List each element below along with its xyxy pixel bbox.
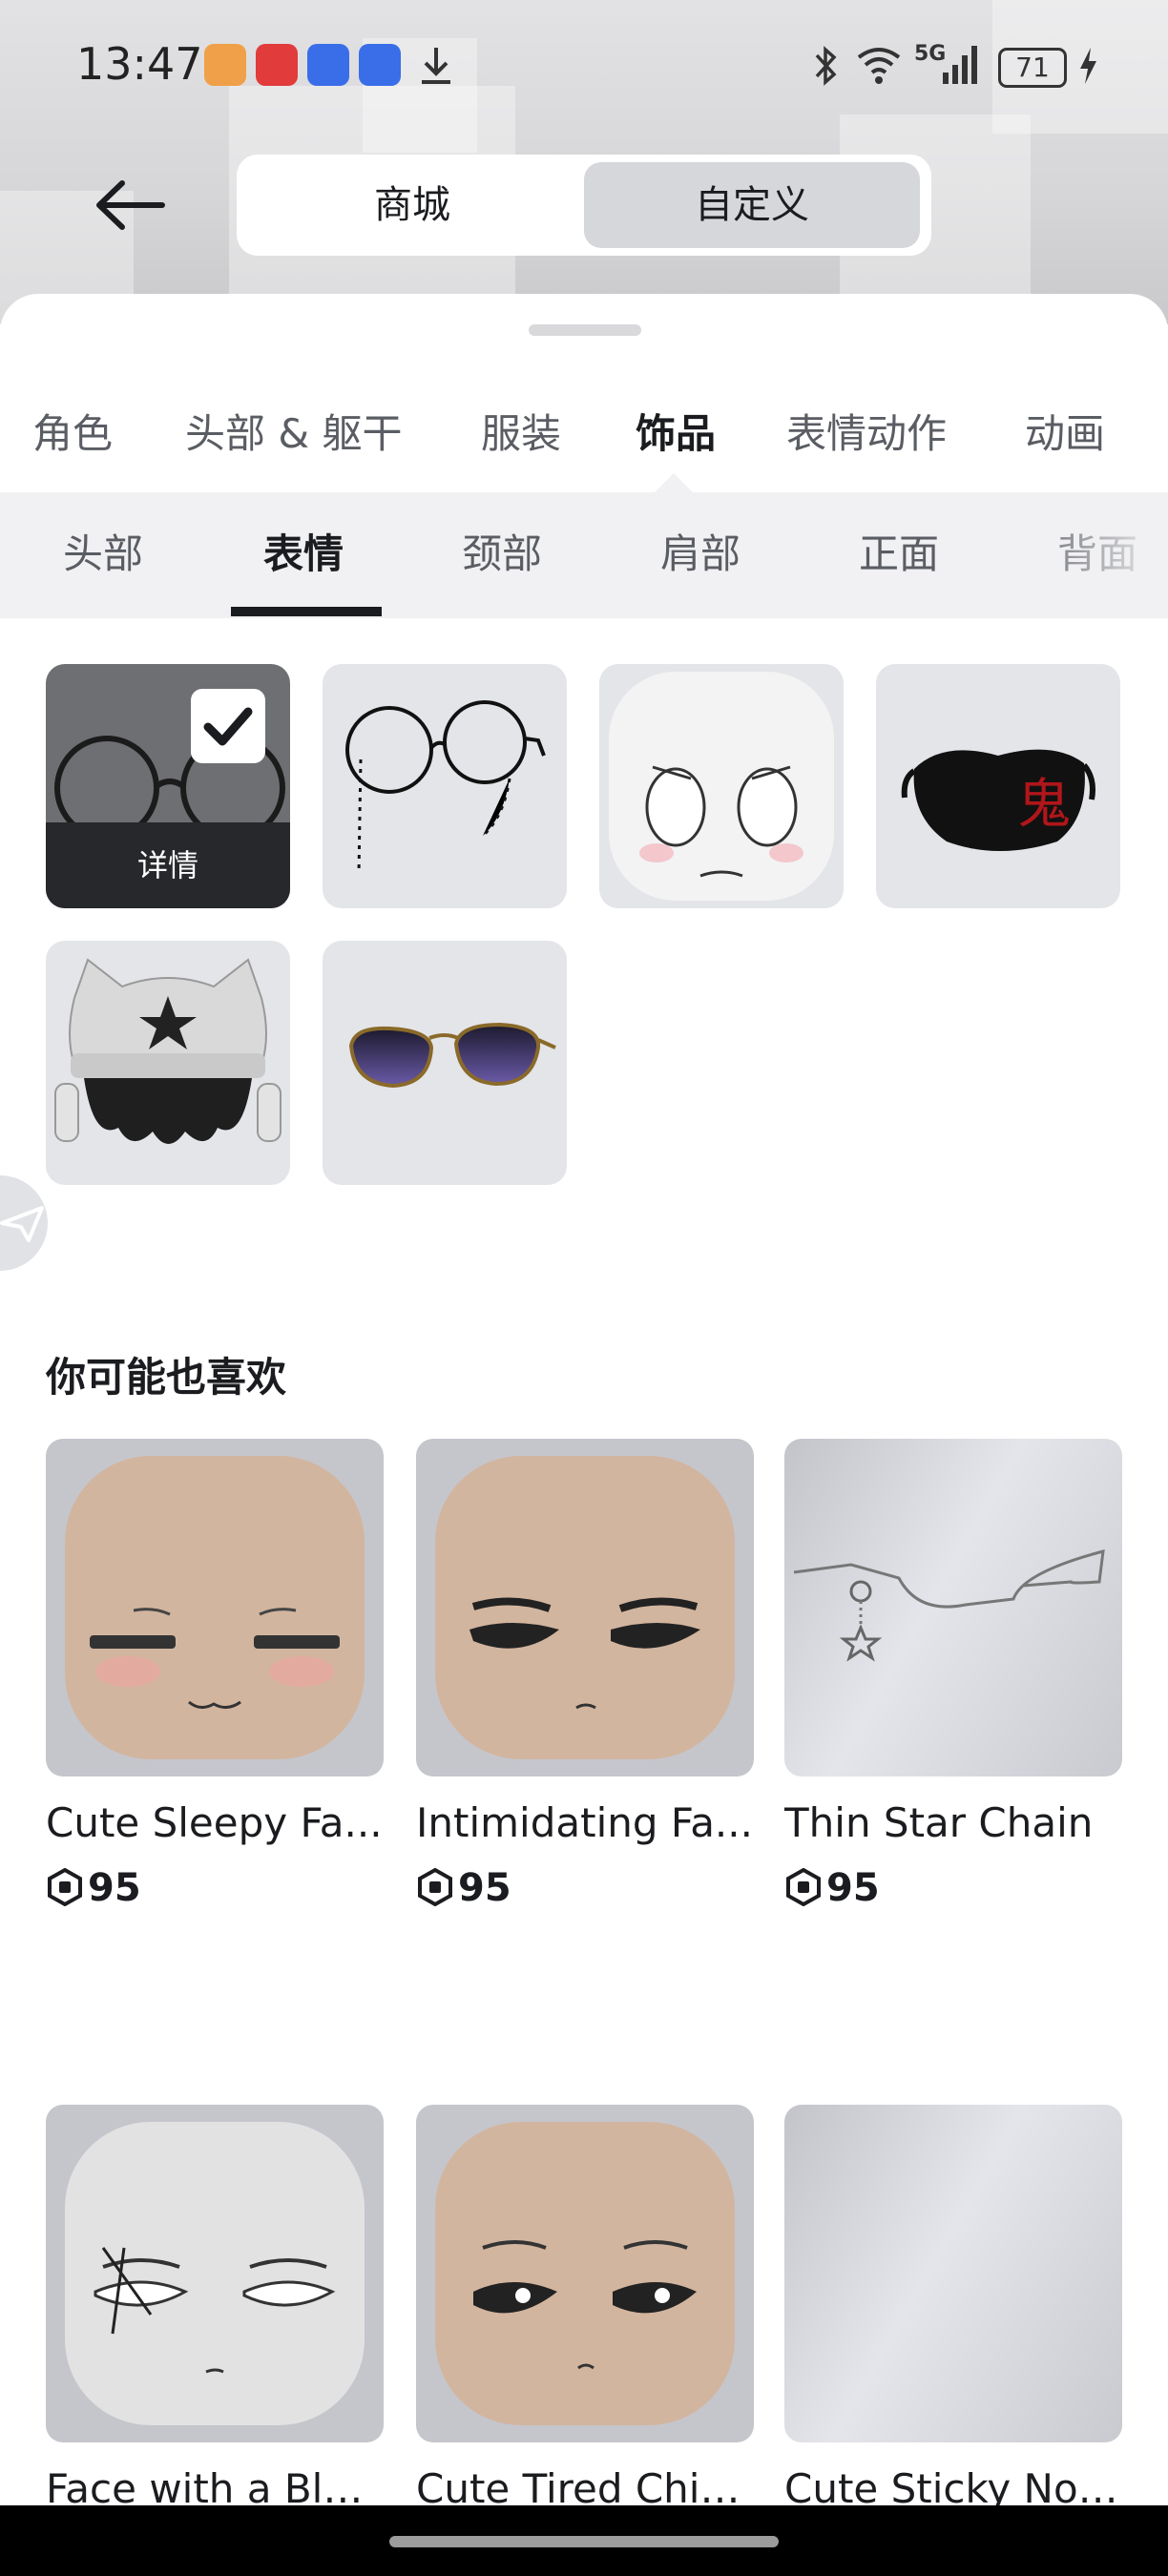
robux-icon bbox=[786, 1867, 821, 1907]
item-price: 95 bbox=[784, 1866, 880, 1914]
sheet-drag-handle[interactable] bbox=[529, 324, 641, 336]
category-head-body[interactable]: 头部 & 躯干 bbox=[185, 391, 402, 477]
subcategory-fade bbox=[1012, 492, 1168, 618]
app-notification-icon bbox=[204, 44, 246, 86]
chain-glasses-icon bbox=[345, 700, 546, 875]
item-detail-button[interactable]: 详情 bbox=[46, 822, 290, 908]
subcategory-shoulder[interactable]: 肩部 bbox=[660, 492, 740, 616]
selected-checkbox[interactable] bbox=[191, 689, 265, 763]
honor-store-icon bbox=[307, 44, 349, 86]
shopping-notification-icon bbox=[256, 44, 298, 86]
charging-icon bbox=[1080, 48, 1096, 84]
signal-icon bbox=[943, 46, 977, 84]
item-thumbnail bbox=[46, 2105, 384, 2442]
owned-item-crying-face[interactable] bbox=[599, 664, 844, 908]
recommendations-title: 你可能也喜欢 bbox=[46, 1354, 287, 1401]
status-time: 13:47 bbox=[76, 38, 203, 90]
category-accessories[interactable]: 饰品 bbox=[636, 391, 716, 477]
send-icon bbox=[0, 1206, 44, 1242]
checkmark-icon bbox=[203, 707, 253, 746]
item-price-value: 95 bbox=[458, 1866, 511, 1910]
sleepy-face-icon bbox=[65, 1456, 365, 1759]
mask-glyph: 鬼 bbox=[1017, 774, 1071, 836]
subcategory-bar: 头部 表情 颈部 肩部 正面 背面 bbox=[0, 492, 1168, 618]
intimidating-face-icon bbox=[435, 1456, 735, 1759]
item-price: 95 bbox=[46, 1866, 141, 1914]
subcategory-neck[interactable]: 颈部 bbox=[462, 492, 542, 616]
subcategory-active-underline bbox=[231, 607, 382, 616]
category-tabs: 角色 头部 & 躯干 服装 饰品 表情动作 动画 bbox=[0, 391, 1168, 487]
bandaged-face-icon bbox=[65, 2122, 365, 2425]
item-price: 95 bbox=[416, 1866, 511, 1914]
sunglasses-icon bbox=[348, 1022, 556, 1089]
owned-item-black-mask[interactable]: 鬼 bbox=[876, 664, 1120, 908]
item-thumbnail bbox=[784, 2105, 1122, 2442]
item-thumbnail bbox=[784, 1439, 1122, 1776]
category-pointer bbox=[655, 473, 693, 492]
subcategory-front[interactable]: 正面 bbox=[859, 492, 939, 616]
tired-chibi-face-icon bbox=[435, 2122, 735, 2425]
tab-shop[interactable]: 商城 bbox=[244, 162, 580, 248]
category-animations[interactable]: 动画 bbox=[1025, 391, 1105, 477]
shop-customize-switch: 商城 自定义 bbox=[237, 155, 931, 256]
cat-beanie-hair-icon bbox=[54, 958, 282, 1144]
crying-face-icon bbox=[609, 672, 834, 901]
bluetooth-icon bbox=[815, 46, 837, 86]
item-price-value: 95 bbox=[88, 1866, 141, 1910]
item-price-value: 95 bbox=[826, 1866, 880, 1910]
robux-icon bbox=[48, 1867, 82, 1907]
owned-item-round-glasses[interactable]: 详情 bbox=[46, 664, 290, 908]
item-thumbnail bbox=[416, 1439, 754, 1776]
item-thumbnail bbox=[46, 1439, 384, 1776]
category-emotes[interactable]: 表情动作 bbox=[786, 391, 947, 477]
download-icon bbox=[422, 48, 450, 84]
item-name: Thin Star Chain bbox=[784, 1799, 1094, 1846]
item-name: Cute Sleepy Fa... bbox=[46, 1799, 383, 1846]
subcategory-face[interactable]: 表情 bbox=[263, 492, 344, 616]
thin-star-chain-icon bbox=[793, 1548, 1105, 1662]
status-bar: 13:47 5G 71 bbox=[0, 0, 1168, 134]
wifi-icon bbox=[857, 48, 901, 84]
back-arrow-icon[interactable] bbox=[92, 172, 168, 239]
home-indicator[interactable] bbox=[389, 2536, 779, 2547]
black-mask-icon: 鬼 bbox=[901, 749, 1095, 851]
tab-customize[interactable]: 自定义 bbox=[584, 162, 920, 248]
category-character[interactable]: 角色 bbox=[32, 391, 113, 477]
battery-indicator: 71 bbox=[998, 48, 1067, 88]
item-thumbnail bbox=[416, 2105, 754, 2442]
owned-item-sunglasses[interactable] bbox=[323, 941, 567, 1185]
owned-item-chain-glasses[interactable] bbox=[323, 664, 567, 908]
subcategory-head[interactable]: 头部 bbox=[63, 492, 143, 616]
robux-icon bbox=[418, 1867, 452, 1907]
item-name: Intimidating Fa... bbox=[416, 1799, 753, 1846]
honor-store-icon-2 bbox=[359, 44, 401, 86]
category-clothing[interactable]: 服装 bbox=[481, 391, 561, 477]
owned-item-cat-beanie[interactable] bbox=[46, 941, 290, 1185]
